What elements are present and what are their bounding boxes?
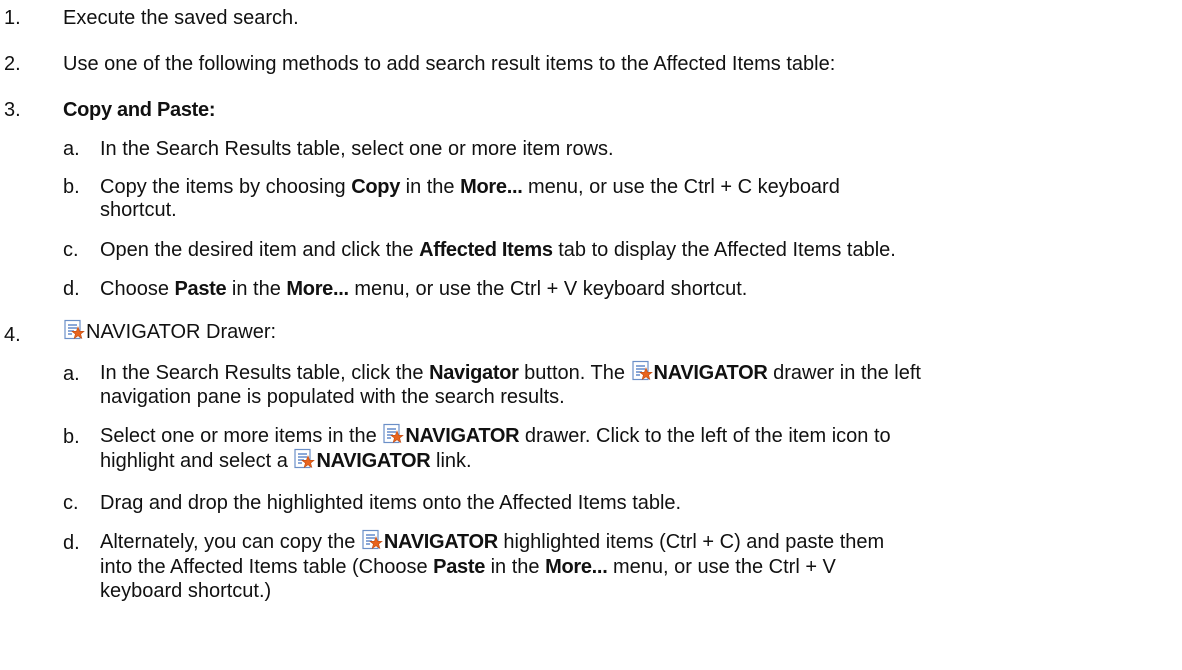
substep-letter: d. (63, 532, 80, 554)
text-run: Choose (100, 278, 175, 300)
ui-term: NAVIGATOR (405, 425, 520, 447)
substep-letter: d. (63, 278, 80, 300)
substep-text: Drag and drop the highlighted items onto… (100, 492, 682, 514)
substep-letter: a. (63, 363, 80, 385)
ui-term: Paste (433, 556, 486, 578)
ui-term: More... (286, 278, 349, 300)
step-4: 4. (4, 323, 21, 347)
step-title-text: NAVIGATOR Drawer: (86, 321, 277, 343)
ui-term: Copy (351, 176, 401, 198)
substep-text-continued: navigation pane is populated with the se… (100, 386, 565, 408)
text-run: drawer. Click to the left of the item ic… (519, 425, 891, 447)
step-2: 2. (4, 52, 21, 76)
substep-text-continued: shortcut. (100, 199, 177, 221)
step-number: 1. (4, 7, 21, 29)
substep-letter: c. (63, 239, 79, 261)
text-run: menu, or use the Ctrl + V (607, 556, 836, 578)
step-1: 1. (4, 6, 21, 30)
text-run: in the (400, 176, 461, 198)
substep-letter: b. (63, 426, 80, 448)
text-run: link. (430, 450, 472, 472)
ui-term: NAVIGATOR (383, 531, 498, 553)
text-run: drawer in the left (767, 362, 921, 384)
text-run: In the Search Results table, click the (100, 362, 430, 384)
navigator-icon (361, 529, 383, 551)
ui-term: NAVIGATOR (653, 362, 768, 384)
text-run: Select one or more items in the (100, 425, 383, 447)
substep-text: Copy the items by choosing Copy in the M… (100, 175, 840, 199)
substep-letter: b. (63, 176, 80, 198)
text-run: in the (485, 556, 546, 578)
substep-text-continued: into the Affected Items table (Choose Pa… (100, 555, 836, 579)
text-run: Alternately, you can copy the (100, 531, 361, 553)
text-run: menu, or use the Ctrl + C keyboard (522, 176, 840, 198)
ui-term: More... (545, 556, 608, 578)
substep-text: Open the desired item and click the Affe… (100, 238, 896, 262)
substep-text: Choose Paste in the More... menu, or use… (100, 277, 747, 301)
substep-letter: a. (63, 138, 80, 160)
step-3: 3. (4, 98, 21, 122)
ui-term: Affected Items (419, 239, 553, 261)
text-run: highlighted items (Ctrl + C) and paste t… (497, 531, 885, 553)
substep-text-continued: keyboard shortcut.) (100, 580, 272, 602)
navigator-icon (631, 360, 653, 382)
text-run: menu, or use the Ctrl + V keyboard short… (348, 278, 748, 300)
text-run: in the (226, 278, 287, 300)
text-run: Copy the items by choosing (100, 176, 352, 198)
ui-term: NAVIGATOR (316, 450, 431, 472)
step-number: 4. (4, 324, 21, 346)
text-run: button. The (518, 362, 631, 384)
substep-text: Alternately, you can copy the NAVIGATOR … (100, 529, 884, 554)
text-run: into the Affected Items table (Choose (100, 556, 434, 578)
step-title: NAVIGATOR Drawer: (63, 319, 276, 344)
substep-text: Select one or more items in the NAVIGATO… (100, 423, 891, 448)
substep-text: In the Search Results table, select one … (100, 138, 614, 160)
step-number: 2. (4, 53, 21, 75)
step-text: Execute the saved search. (63, 7, 299, 29)
navigator-icon (382, 423, 404, 445)
navigator-icon (63, 319, 85, 341)
substep-text: In the Search Results table, click the N… (100, 360, 921, 385)
text-run: highlight and select a (100, 450, 294, 472)
step-title: Copy and Paste: (63, 99, 216, 121)
ui-term: Paste (174, 278, 227, 300)
navigator-icon (293, 448, 315, 470)
ui-term: More... (460, 176, 523, 198)
step-number: 3. (4, 99, 21, 121)
text-run: Open the desired item and click the (100, 239, 420, 261)
substep-letter: c. (63, 492, 79, 514)
ui-term: Navigator (429, 362, 519, 384)
step-text: Use one of the following methods to add … (63, 53, 836, 75)
text-run: tab to display the Affected Items table. (552, 239, 896, 261)
substep-text-continued: highlight and select a NAVIGATOR link. (100, 448, 472, 473)
